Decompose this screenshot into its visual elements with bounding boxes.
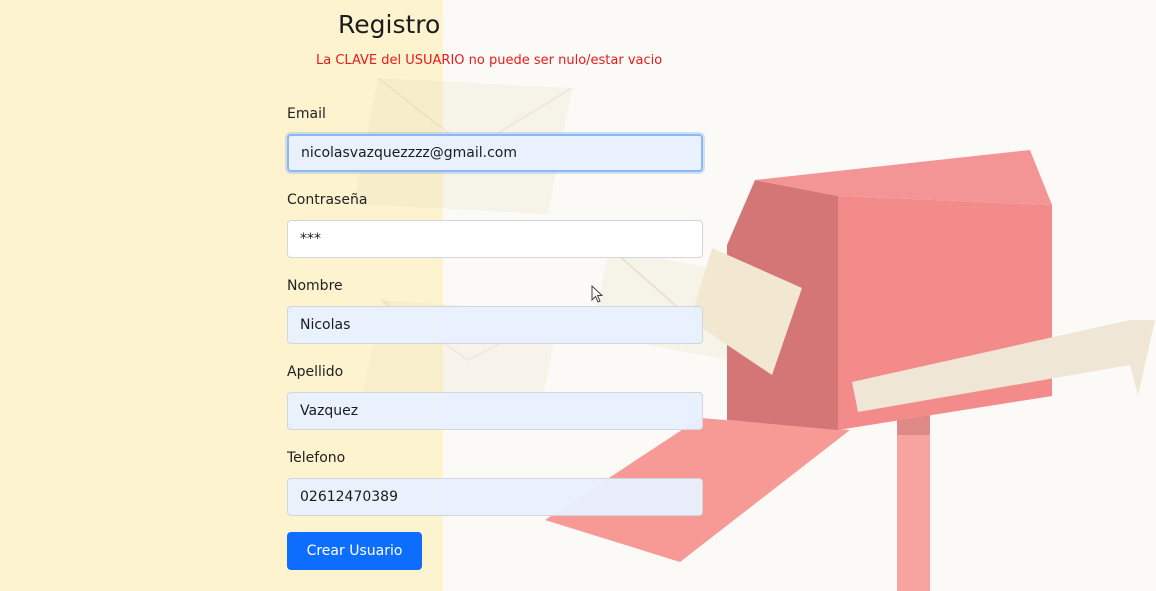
nombre-field[interactable] xyxy=(287,306,703,344)
telefono-field[interactable] xyxy=(287,478,703,516)
password-label: Contraseña xyxy=(287,192,368,208)
mouse-pointer-icon xyxy=(591,285,603,303)
password-field[interactable] xyxy=(287,220,703,258)
apellido-label: Apellido xyxy=(287,364,344,380)
crear-usuario-button[interactable]: Crear Usuario xyxy=(287,532,422,570)
error-message: La CLAVE del USUARIO no puede ser nulo/e… xyxy=(316,53,663,68)
telefono-label: Telefono xyxy=(287,450,346,466)
email-label: Email xyxy=(287,106,326,122)
apellido-field[interactable] xyxy=(287,392,703,430)
email-field[interactable] xyxy=(287,134,703,172)
page-title: Registro xyxy=(338,10,441,39)
nombre-label: Nombre xyxy=(287,278,343,294)
